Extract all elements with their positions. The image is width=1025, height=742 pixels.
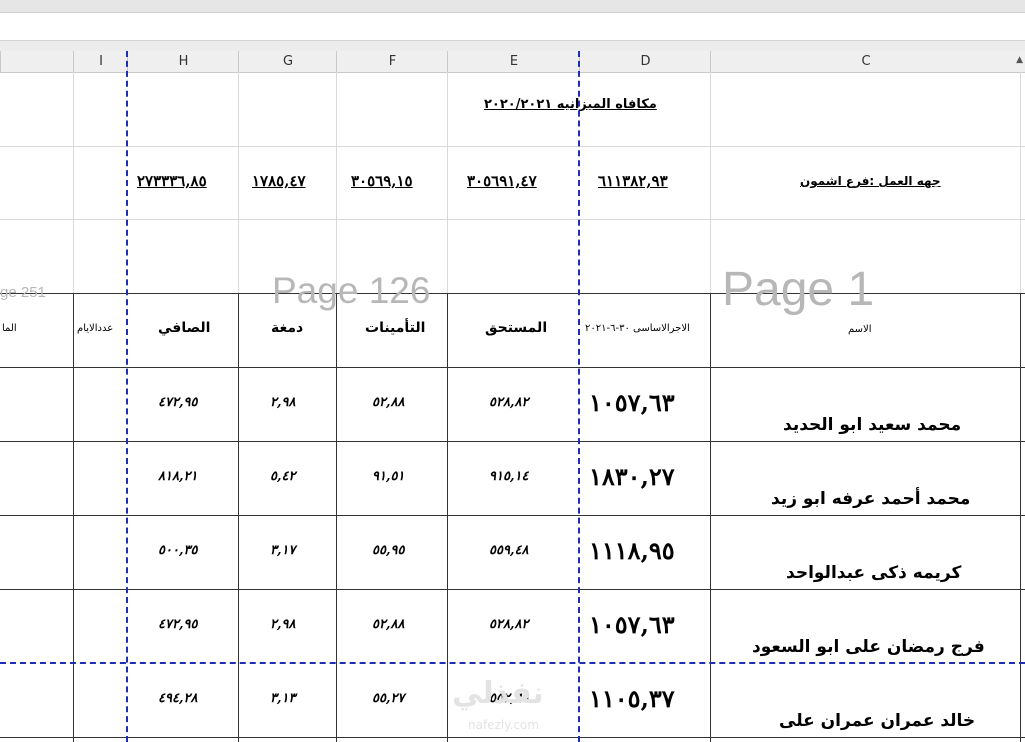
header-partial: الما — [2, 323, 17, 334]
cell-stamp: ٢,٩٨ — [270, 395, 296, 410]
column-header-h[interactable]: H — [127, 51, 239, 72]
page-break-vertical — [578, 51, 580, 742]
column-header-j[interactable] — [0, 51, 74, 72]
site-watermark-url: nafezly.com — [468, 718, 540, 732]
total-net: ٢٧٣٣٣٦,٨٥ — [137, 172, 207, 190]
cell-basic: ١٠٥٧,٦٣ — [589, 610, 675, 639]
toolbar-strip — [0, 41, 1025, 51]
cell-basic: ١١١٨,٩٥ — [589, 536, 675, 565]
cell-due: ٩١٥,١٤ — [489, 469, 529, 484]
cell-name: فرج رمضان على ابو السعود — [752, 637, 985, 657]
column-header-row: I H G F E D C — [0, 51, 1025, 73]
cell-net: ٤٧٢,٩٥ — [158, 617, 198, 632]
header-insurance: التأمينات — [365, 320, 426, 336]
column-header-c[interactable]: C — [710, 51, 1021, 72]
column-header-f[interactable]: F — [336, 51, 448, 72]
formula-bar[interactable] — [0, 13, 1025, 41]
column-header-d[interactable]: D — [579, 51, 711, 72]
cell-basic: ١٨٣٠,٢٧ — [589, 462, 675, 491]
table-border — [238, 293, 239, 742]
grid-line — [0, 146, 1025, 147]
table-border — [447, 293, 448, 742]
table-border — [0, 515, 1025, 516]
table-border — [0, 737, 1025, 738]
table-border — [710, 293, 711, 742]
header-net: الصافي — [158, 320, 211, 336]
header-stamp: دمغة — [271, 320, 304, 336]
header-name: الاسم — [848, 324, 872, 335]
cell-basic: ١٠٥٧,٦٣ — [589, 388, 675, 417]
table-border — [0, 367, 1025, 368]
cell-net: ٤٩٤,٢٨ — [158, 691, 198, 706]
table-border — [73, 293, 74, 742]
page-watermark-1: Page 1 — [722, 263, 875, 316]
grid-line — [0, 219, 1025, 220]
cell-stamp: ٣,١٧ — [270, 543, 296, 558]
cell-name: خالد عمران عمران على — [779, 711, 976, 731]
column-header-i[interactable]: I — [73, 51, 128, 72]
scroll-right-arrow-icon[interactable]: ▲ — [1016, 55, 1023, 65]
table-border — [1020, 293, 1021, 742]
table-border — [0, 441, 1025, 442]
column-header-e[interactable]: E — [447, 51, 580, 72]
page-break-horizontal — [0, 662, 1025, 664]
cell-net: ٨١٨,٢١ — [158, 469, 198, 484]
cell-basic: ١١٠٥,٣٧ — [589, 684, 675, 713]
page-break-vertical — [126, 51, 128, 742]
header-due: المستحق — [485, 320, 548, 336]
site-watermark-brand: نفذلي — [452, 676, 544, 711]
cell-stamp: ٣,١٣ — [270, 691, 296, 706]
cell-insurance: ٥٢,٨٨ — [372, 617, 405, 632]
cell-net: ٤٧٢,٩٥ — [158, 395, 198, 410]
column-header-g[interactable]: G — [238, 51, 337, 72]
ribbon-edge — [0, 0, 1025, 13]
cell-due: ٥٥٩,٤٨ — [489, 543, 529, 558]
page-watermark-126: Page 126 — [272, 270, 431, 311]
total-due: ٣٠٥٦٩١,٤٧ — [467, 172, 537, 190]
cell-name: محمد سعيد ابو الحديد — [783, 415, 962, 435]
cell-due: ٥٢٨,٨٢ — [489, 617, 529, 632]
total-insurance: ٣٠٥٦٩,١٥ — [351, 172, 413, 190]
table-border — [0, 589, 1025, 590]
cell-insurance: ٥٥,٩٥ — [372, 543, 405, 558]
cell-net: ٥٠٠,٣٥ — [158, 543, 198, 558]
cell-stamp: ٥,٤٢ — [270, 469, 296, 484]
total-stamp: ١٧٨٥,٤٧ — [252, 172, 306, 190]
cell-name: محمد أحمد عرفه ابو زيد — [771, 489, 971, 509]
cell-insurance: ٥٢,٨٨ — [372, 395, 405, 410]
header-basic-salary: الاجرالاساسى ٣٠-٦-٢٠٢١ — [585, 323, 690, 334]
page-watermark-251: ge 251 — [0, 284, 46, 301]
cell-insurance: ٩١,٥١ — [372, 469, 405, 484]
cell-due: ٥٢٨,٨٢ — [489, 395, 529, 410]
table-border — [336, 293, 337, 742]
workplace-label: جهه العمل :فرع اشمون — [800, 174, 941, 188]
total-basic: ٦١١٣٨٢,٩٣ — [598, 172, 668, 190]
sheet-title: مكافاه الميزانيه ٢٠٢٠/٢٠٢١ — [484, 97, 657, 112]
header-days: عددالايام — [77, 323, 114, 334]
cell-name: كريمه ذكى عبدالواحد — [786, 563, 962, 583]
cell-stamp: ٢,٩٨ — [270, 617, 296, 632]
cell-insurance: ٥٥,٢٧ — [372, 691, 405, 706]
